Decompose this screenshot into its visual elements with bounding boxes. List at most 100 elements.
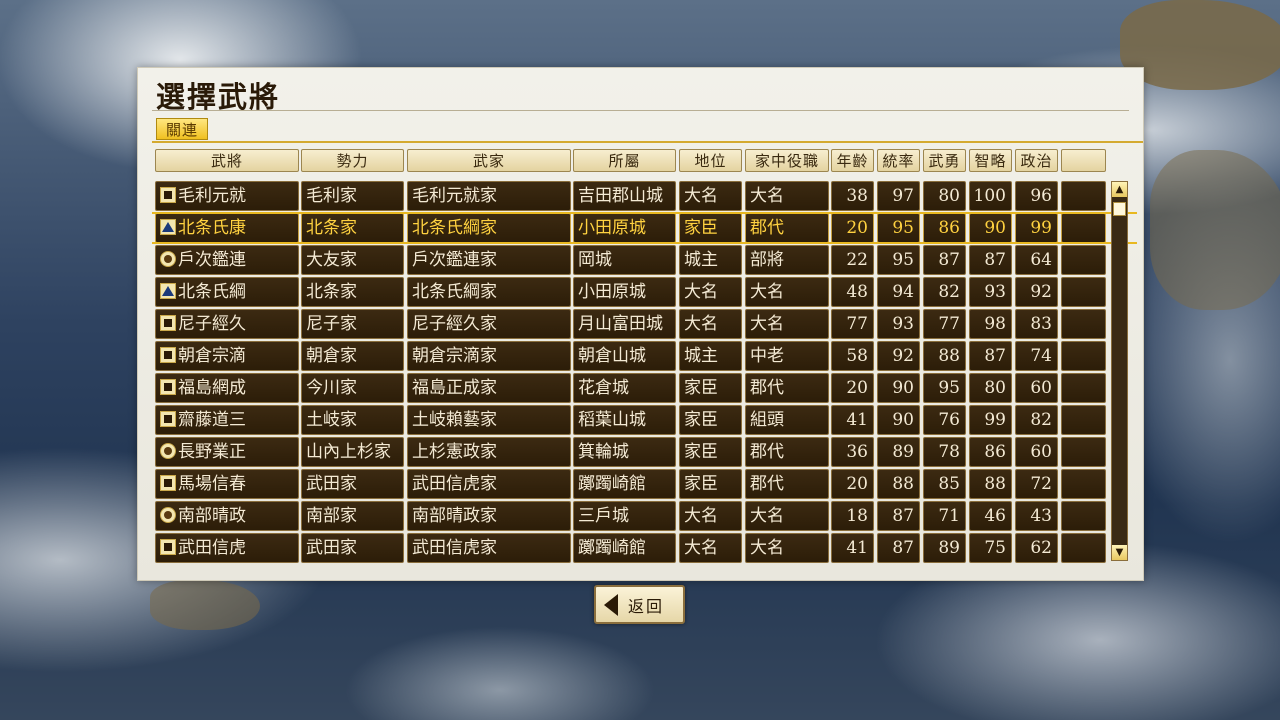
cell-leadership: 89 bbox=[877, 437, 920, 467]
cell-clan: 武田信虎家 bbox=[407, 469, 571, 499]
cell-leadership: 92 bbox=[877, 341, 920, 371]
back-button-label: 返回 bbox=[628, 596, 665, 616]
cell-valor: 87 bbox=[923, 245, 966, 275]
cell-general-name: 北条氏綱 bbox=[155, 277, 299, 307]
cell-rank: 大名 bbox=[679, 501, 742, 531]
cell-extra bbox=[1061, 405, 1106, 435]
cell-clan: 福島正成家 bbox=[407, 373, 571, 403]
header-clan[interactable]: 武家 bbox=[407, 149, 571, 172]
header-general-name[interactable]: 武將 bbox=[155, 149, 299, 172]
cell-leadership: 94 bbox=[877, 277, 920, 307]
cell-politics: 60 bbox=[1015, 437, 1058, 467]
header-leadership[interactable]: 統率 bbox=[877, 149, 920, 172]
cell-valor: 88 bbox=[923, 341, 966, 371]
cell-role: 組頭 bbox=[745, 405, 829, 435]
cell-intellect: 87 bbox=[969, 341, 1012, 371]
cell-general-name: 武田信虎 bbox=[155, 533, 299, 563]
selection-highlight bbox=[152, 212, 1137, 244]
cell-clan: 北条氏綱家 bbox=[407, 277, 571, 307]
header-faction[interactable]: 勢力 bbox=[301, 149, 404, 172]
cell-age: 20 bbox=[831, 373, 874, 403]
cell-faction: 武田家 bbox=[301, 533, 404, 563]
cell-rank: 城主 bbox=[679, 341, 742, 371]
header-rank[interactable]: 地位 bbox=[679, 149, 742, 172]
cell-politics: 62 bbox=[1015, 533, 1058, 563]
scroll-up-icon[interactable]: ▲ bbox=[1112, 182, 1127, 197]
cell-valor: 76 bbox=[923, 405, 966, 435]
cell-castle: 花倉城 bbox=[573, 373, 676, 403]
cell-general-name: 南部晴政 bbox=[155, 501, 299, 531]
clan-crest-icon bbox=[160, 347, 176, 363]
cell-age: 41 bbox=[831, 405, 874, 435]
clan-crest-icon bbox=[160, 251, 176, 267]
cell-leadership: 90 bbox=[877, 405, 920, 435]
cell-clan: 土岐賴藝家 bbox=[407, 405, 571, 435]
cell-extra bbox=[1061, 469, 1106, 499]
cell-rank: 家臣 bbox=[679, 437, 742, 467]
tab-related[interactable]: 關連 bbox=[156, 118, 208, 140]
general-name-text: 北条氏綱 bbox=[178, 282, 246, 302]
cell-faction: 朝倉家 bbox=[301, 341, 404, 371]
scroll-thumb[interactable] bbox=[1113, 202, 1126, 216]
cell-role: 部將 bbox=[745, 245, 829, 275]
cell-politics: 43 bbox=[1015, 501, 1058, 531]
cell-role: 郡代 bbox=[745, 437, 829, 467]
cell-valor: 95 bbox=[923, 373, 966, 403]
cell-role: 郡代 bbox=[745, 469, 829, 499]
cell-general-name: 福島網成 bbox=[155, 373, 299, 403]
cell-faction: 北条家 bbox=[301, 277, 404, 307]
cell-leadership: 88 bbox=[877, 469, 920, 499]
clan-crest-icon bbox=[160, 443, 176, 459]
cell-rank: 大名 bbox=[679, 309, 742, 339]
cell-rank: 大名 bbox=[679, 533, 742, 563]
cell-general-name: 齋藤道三 bbox=[155, 405, 299, 435]
header-age[interactable]: 年齡 bbox=[831, 149, 874, 172]
cell-rank: 大名 bbox=[679, 277, 742, 307]
cell-castle: 月山富田城 bbox=[573, 309, 676, 339]
cell-extra bbox=[1061, 533, 1106, 563]
cell-intellect: 86 bbox=[969, 437, 1012, 467]
cell-politics: 60 bbox=[1015, 373, 1058, 403]
header-castle[interactable]: 所屬 bbox=[573, 149, 676, 172]
general-name-text: 長野業正 bbox=[178, 442, 246, 462]
header-politics[interactable]: 政治 bbox=[1015, 149, 1058, 172]
cell-age: 38 bbox=[831, 181, 874, 211]
header-role[interactable]: 家中役職 bbox=[745, 149, 829, 172]
cell-leadership: 93 bbox=[877, 309, 920, 339]
cell-politics: 83 bbox=[1015, 309, 1058, 339]
header-intellect[interactable]: 智略 bbox=[969, 149, 1012, 172]
cell-valor: 77 bbox=[923, 309, 966, 339]
cell-general-name: 戶次鑑連 bbox=[155, 245, 299, 275]
scroll-down-icon[interactable]: ▼ bbox=[1112, 545, 1127, 560]
cell-faction: 武田家 bbox=[301, 469, 404, 499]
clan-crest-icon bbox=[160, 379, 176, 395]
cell-extra bbox=[1061, 181, 1106, 211]
back-button[interactable]: 返回 bbox=[594, 585, 685, 624]
cell-castle: 箕輪城 bbox=[573, 437, 676, 467]
cell-age: 48 bbox=[831, 277, 874, 307]
general-name-text: 南部晴政 bbox=[178, 506, 246, 526]
cell-politics: 82 bbox=[1015, 405, 1058, 435]
cell-age: 41 bbox=[831, 533, 874, 563]
cell-intellect: 93 bbox=[969, 277, 1012, 307]
cell-leadership: 95 bbox=[877, 245, 920, 275]
general-name-text: 毛利元就 bbox=[178, 186, 246, 206]
cell-extra bbox=[1061, 437, 1106, 467]
scrollbar[interactable]: ▲ ▼ bbox=[1111, 181, 1128, 561]
cell-intellect: 46 bbox=[969, 501, 1012, 531]
cell-role: 中老 bbox=[745, 341, 829, 371]
cell-general-name: 長野業正 bbox=[155, 437, 299, 467]
cell-clan: 南部晴政家 bbox=[407, 501, 571, 531]
header-valor[interactable]: 武勇 bbox=[923, 149, 966, 172]
header-extra[interactable] bbox=[1061, 149, 1106, 172]
cell-intellect: 99 bbox=[969, 405, 1012, 435]
cell-intellect: 75 bbox=[969, 533, 1012, 563]
cell-faction: 毛利家 bbox=[301, 181, 404, 211]
cell-age: 36 bbox=[831, 437, 874, 467]
cell-intellect: 88 bbox=[969, 469, 1012, 499]
map-land bbox=[1150, 150, 1280, 310]
cell-extra bbox=[1061, 277, 1106, 307]
cell-age: 58 bbox=[831, 341, 874, 371]
clan-crest-icon bbox=[160, 315, 176, 331]
cell-role: 郡代 bbox=[745, 373, 829, 403]
